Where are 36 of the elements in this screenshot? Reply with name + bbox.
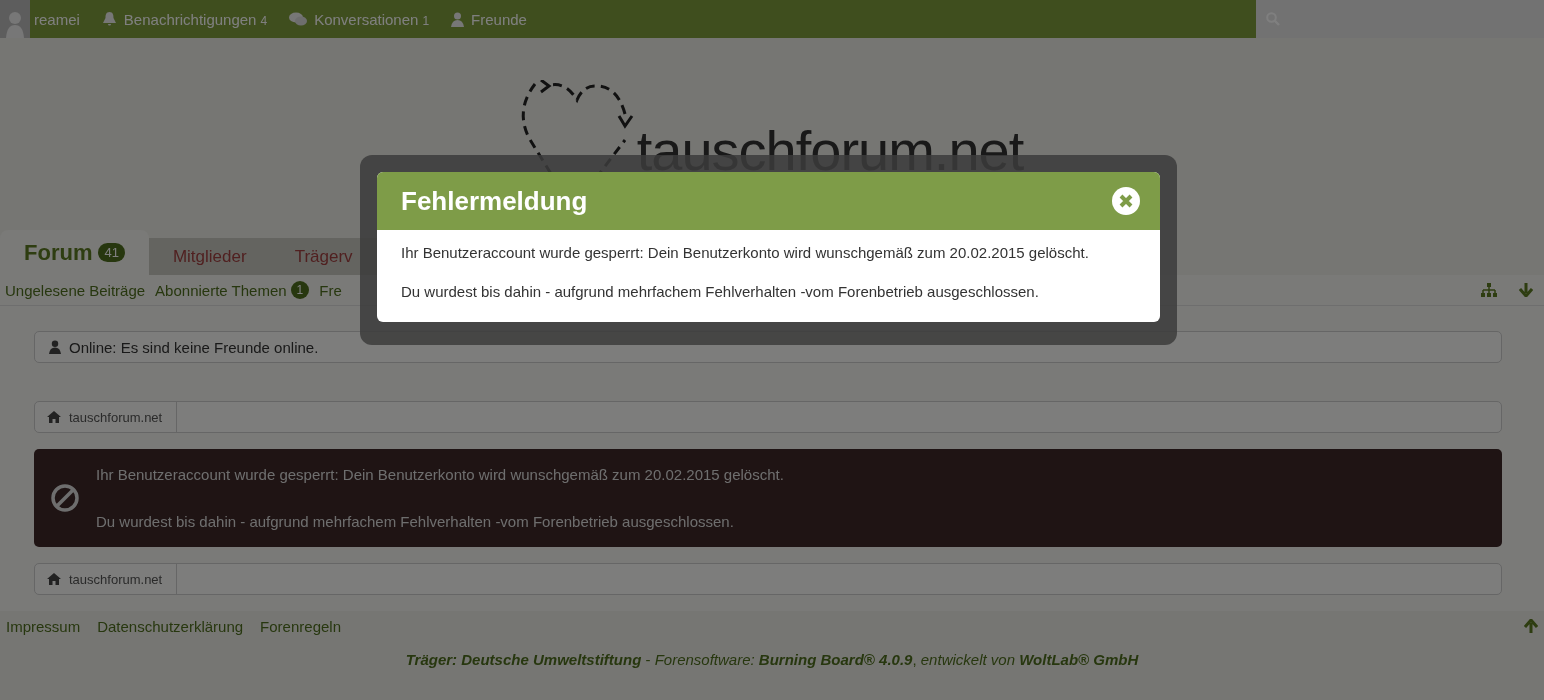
- home-icon: [47, 573, 61, 585]
- prohibited-icon: [50, 483, 80, 513]
- dialog-text: Ihr Benutzeraccount wurde gesperrt: Dein Benutzerkonto wird wunschgemäß zum 20.02.2015 gelöscht.: [401, 244, 1090, 261]
- footer-link[interactable]: Datenschutzerklärung: [97, 617, 244, 635]
- error-text: Ihr Benutzeraccount wurde gesperrt: Dein Benutzerkonto wird wunschgemäß zum 20.02.2015 gelöscht.: [96, 466, 784, 483]
- breadcrumb-link[interactable]: tauschforum.net: [47, 402, 178, 432]
- chat-bubbles-icon: [289, 12, 308, 26]
- bell-icon: [101, 11, 117, 27]
- arrow-down-icon[interactable]: [1519, 283, 1533, 297]
- footer-link[interactable]: Impressum: [6, 617, 81, 635]
- subnav-link[interactable]: Abonnierte Themen 1: [155, 281, 310, 299]
- copyright-text: Träger: Deutsche Umweltstiftung - Forensoftware: Burning Board® 4.0.9, entwickelt von WoltLab® GmbH: [405, 651, 1139, 668]
- notifications-link[interactable]: Benachrichtigungen 4: [101, 10, 268, 28]
- avatar-icon: [0, 0, 30, 38]
- count-badge: 1: [290, 281, 310, 299]
- footer-link[interactable]: Forenregeln: [260, 617, 341, 635]
- subnav-link[interactable]: Ungelesene Beiträge: [5, 281, 146, 299]
- conversations-link[interactable]: Konversationen 1: [289, 10, 430, 28]
- search-field[interactable]: [1256, 0, 1544, 38]
- close-icon[interactable]: [1112, 187, 1140, 215]
- dialog-text: Du wurdest bis dahin - aufgrund mehrfachem Fehlverhalten -vom Forenbetrieb ausgeschlossen.: [401, 283, 1040, 300]
- dialog-title: Fehlermeldung: [401, 185, 588, 217]
- arrow-up-icon[interactable]: [1524, 619, 1538, 633]
- count-badge: 41: [98, 243, 125, 262]
- user-menu[interactable]: reamei: [0, 0, 80, 38]
- home-icon: [47, 411, 61, 423]
- nav-tab[interactable]: Mitglieder: [148, 238, 271, 275]
- breadcrumb-link[interactable]: tauschforum.net: [47, 564, 178, 594]
- friends-link[interactable]: Freunde: [451, 10, 527, 28]
- error-text: Du wurdest bis dahin - aufgrund mehrfachem Fehlverhalten -vom Forenbetrieb ausgeschlossen.: [96, 513, 735, 530]
- user-icon: [451, 11, 465, 27]
- subnav-link[interactable]: Fre: [319, 281, 342, 299]
- sitemap-icon[interactable]: [1481, 283, 1497, 297]
- user-icon: [49, 340, 61, 354]
- online-text: Online: Es sind keine Freunde online.: [69, 338, 319, 356]
- nav-tab[interactable]: Forum 41: [0, 230, 149, 275]
